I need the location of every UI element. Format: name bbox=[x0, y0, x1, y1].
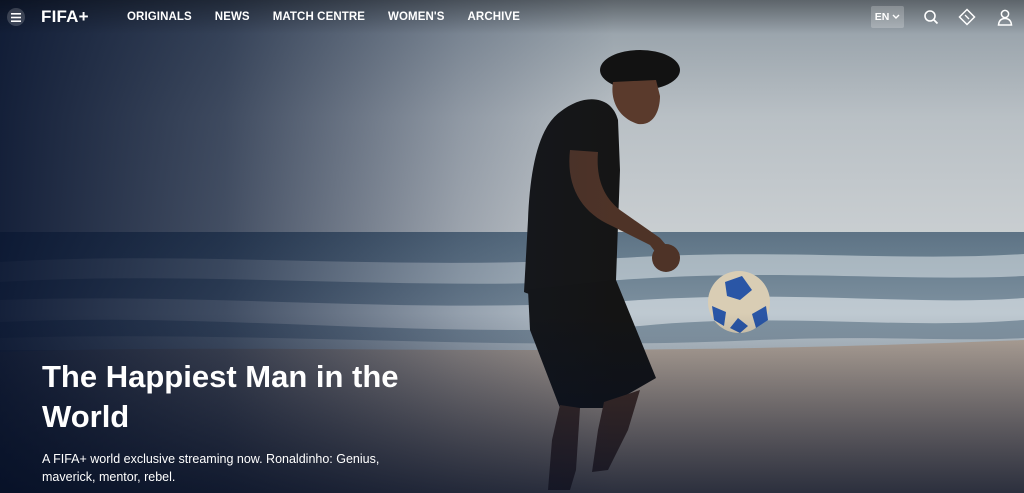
soccer-ball bbox=[708, 271, 770, 333]
hero-subtitle: A FIFA+ world exclusive streaming now. R… bbox=[42, 452, 380, 484]
language-label: EN bbox=[874, 11, 890, 23]
logo-text: FIFA+ bbox=[41, 7, 89, 26]
hero-title[interactable]: The Happiest Man in the World bbox=[42, 357, 422, 437]
nav-womens[interactable]: WOMEN'S bbox=[388, 10, 444, 24]
nav-archive[interactable]: ARCHIVE bbox=[468, 10, 520, 24]
nav-originals[interactable]: ORIGINALS bbox=[127, 10, 192, 24]
nav-news[interactable]: NEWS bbox=[215, 10, 250, 24]
main-nav: ORIGINALS NEWS MATCH CENTRE WOMEN'S ARCH… bbox=[127, 10, 543, 24]
ticket-icon[interactable] bbox=[957, 7, 977, 27]
hamburger-menu-icon[interactable] bbox=[7, 8, 25, 26]
language-selector[interactable]: EN bbox=[871, 6, 904, 28]
chevron-down-icon bbox=[892, 14, 900, 19]
nav-match-centre[interactable]: MATCH CENTRE bbox=[273, 10, 365, 24]
search-icon[interactable] bbox=[921, 7, 941, 27]
fifa-plus-logo[interactable]: FIFA+ bbox=[41, 7, 89, 27]
user-icon[interactable] bbox=[995, 7, 1015, 27]
top-navigation: FIFA+ ORIGINALS NEWS MATCH CENTRE WOMEN'… bbox=[0, 0, 1024, 34]
